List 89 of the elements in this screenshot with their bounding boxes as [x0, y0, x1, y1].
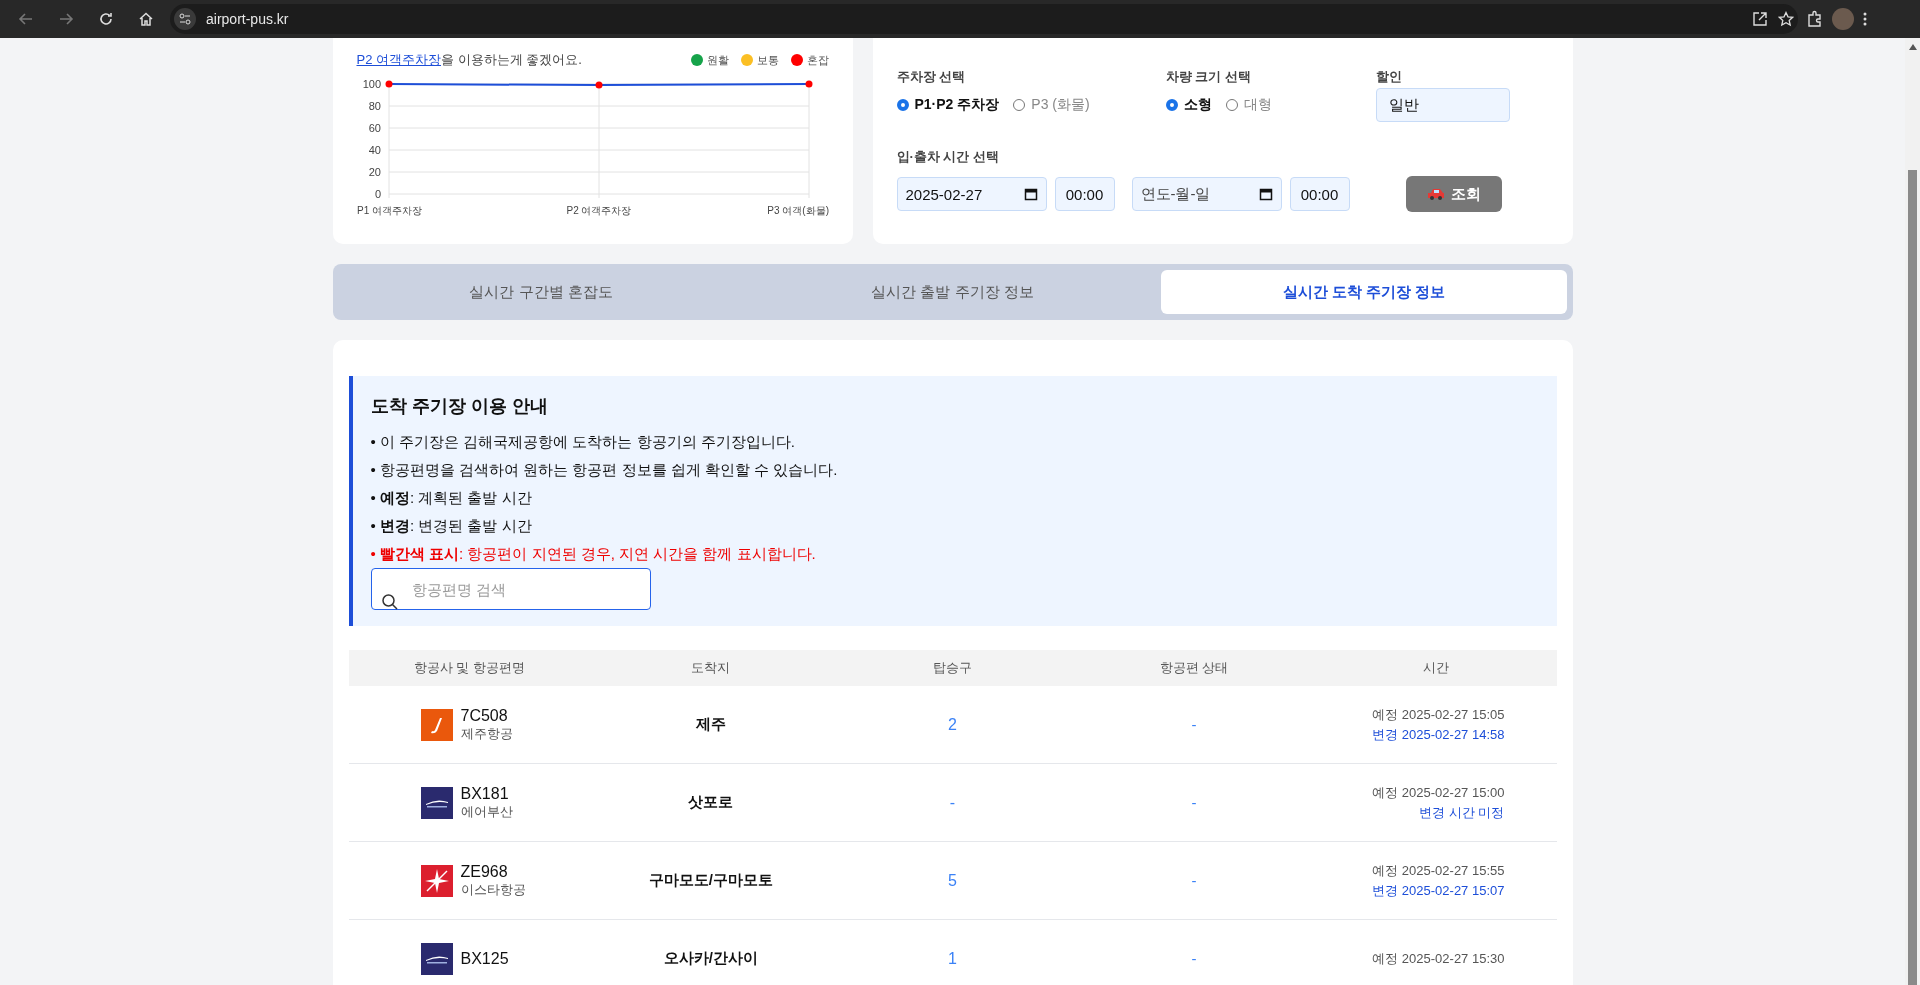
gate-number: 2 — [948, 715, 957, 733]
airline-logo — [420, 708, 453, 741]
scrollbar-thumb[interactable] — [1908, 170, 1917, 985]
destination: 오사카/간사이 — [663, 949, 758, 966]
field-label: 차량 크기 선택 — [1165, 68, 1252, 86]
guide-item: • 빨간색 표시: 항공편이 지연된 경우, 지연 시간을 함께 표시합니다. — [370, 544, 817, 564]
tab[interactable]: 실시간 도착 주기장 정보 — [1161, 270, 1567, 314]
car-icon — [1426, 188, 1445, 200]
column-header: 항공사 및 항공편명 — [412, 659, 526, 677]
flight-number: ZE968 — [460, 862, 509, 881]
axis-tick-label: 20 — [368, 166, 381, 178]
scheduled-time: 예정 2025-02-27 15:05 — [1371, 705, 1505, 724]
guide-item: • 항공편명을 검색하여 원하는 항공편 정보를 쉽게 확인할 수 있습니다. — [370, 460, 839, 480]
airline-name: 제주항공 — [460, 724, 513, 743]
column-header: 도착지 — [690, 659, 732, 677]
field-label: 입·출차 시간 선택 — [896, 148, 1001, 166]
axis-tick-label: 100 — [362, 78, 381, 90]
guide-item: • 이 주기장은 김해국제공항에 도착하는 항공기의 주기장입니다. — [370, 432, 796, 452]
legend-label: 혼잡 — [806, 52, 829, 68]
flight-number: BX181 — [460, 784, 510, 803]
destination: 제주 — [695, 715, 726, 732]
open-external-icon[interactable] — [1752, 11, 1768, 27]
legend-label: 보통 — [756, 52, 779, 68]
airline-name: 에어부산 — [460, 802, 513, 821]
flight-status: - — [1191, 794, 1197, 811]
home-icon[interactable] — [138, 11, 154, 27]
axis-tick-label: 0 — [374, 188, 381, 200]
scheduled-time: 예정 2025-02-27 15:00 — [1371, 783, 1505, 802]
tab[interactable]: 실시간 구간별 혼잡도 — [338, 270, 744, 314]
column-header: 시간 — [1421, 659, 1450, 677]
radio-option[interactable]: P1·P2 주차장 — [896, 96, 1000, 114]
column-header: 항공편 상태 — [1158, 659, 1230, 677]
flight-status: - — [1191, 872, 1197, 889]
radio-option[interactable]: 소형 — [1165, 96, 1212, 114]
flight-number: BX125 — [460, 949, 509, 968]
flight-status: - — [1191, 950, 1197, 967]
entry-time-field[interactable]: 00:00 — [1054, 177, 1115, 211]
reload-icon[interactable] — [98, 11, 114, 27]
calendar-icon[interactable] — [1258, 187, 1273, 201]
destination: 구마모도/구마모토 — [648, 871, 773, 888]
airline-logo — [420, 864, 453, 897]
radio-option[interactable]: P3 (화물) — [1013, 96, 1090, 114]
destination: 삿포로 — [688, 793, 734, 810]
recommended-lot-link[interactable]: P2 여객주차장 — [356, 52, 441, 67]
calendar-icon[interactable] — [1023, 187, 1038, 201]
airline-name: 이스타항공 — [460, 880, 526, 899]
discount-select[interactable]: 일반 — [1375, 88, 1510, 122]
axis-category-label: P1 여객주차장 — [356, 205, 422, 216]
guide-title: 도착 주기장 이용 안내 — [370, 395, 549, 418]
back-icon[interactable] — [18, 11, 34, 27]
axis-category-label: P3 여객(화물) — [766, 205, 829, 216]
extensions-icon[interactable] — [1806, 10, 1824, 28]
field-label: 주차장 선택 — [896, 68, 967, 86]
column-header: 탑승구 — [932, 659, 973, 677]
menu-icon[interactable] — [1862, 11, 1868, 27]
flight-search-field[interactable]: 항공편명 검색 — [370, 568, 651, 610]
search-button[interactable]: 조회 — [1405, 176, 1502, 212]
changed-time: 변경 시간 미정 — [1418, 803, 1505, 822]
radio-option[interactable]: 대형 — [1225, 96, 1272, 114]
changed-time: 변경 2025-02-27 15:07 — [1371, 881, 1505, 900]
axis-tick-label: 80 — [368, 100, 381, 112]
guide-item: • 변경: 변경된 출발 시간 — [370, 516, 533, 536]
tab[interactable]: 실시간 출발 주기장 정보 — [749, 270, 1156, 314]
field-label: 할인 — [1375, 68, 1403, 86]
airline-logo — [420, 786, 453, 819]
scheduled-time: 예정 2025-02-27 15:30 — [1371, 949, 1505, 968]
recommendation-text: P2 여객주차장을 이용하는게 좋겠어요. — [356, 51, 582, 69]
exit-time-field[interactable]: 00:00 — [1289, 177, 1350, 211]
data-point — [805, 80, 812, 88]
flight-number: 7C508 — [460, 706, 509, 725]
data-point — [595, 81, 602, 89]
guide-item: • 예정: 계획된 출발 시간 — [370, 488, 533, 508]
data-point — [385, 80, 392, 88]
star-icon[interactable] — [1778, 11, 1794, 27]
changed-time: 변경 2025-02-27 14:58 — [1371, 725, 1505, 744]
scroll-up-icon[interactable] — [1908, 44, 1917, 50]
axis-tick-label: 60 — [368, 122, 381, 134]
legend-label: 원활 — [706, 52, 729, 68]
axis-tick-label: 40 — [368, 144, 381, 156]
gate-number: - — [949, 793, 956, 811]
axis-category-label: P2 여객주차장 — [566, 205, 631, 216]
site-settings-icon[interactable] — [174, 8, 196, 30]
address-bar-url[interactable]: airport-pus.kr — [206, 11, 289, 27]
gate-number: 5 — [948, 871, 957, 889]
forward-icon[interactable] — [58, 11, 74, 27]
flight-status: - — [1191, 716, 1197, 733]
gate-number: 1 — [948, 949, 957, 967]
scheduled-time: 예정 2025-02-27 15:55 — [1371, 861, 1505, 880]
airline-logo — [420, 942, 453, 975]
